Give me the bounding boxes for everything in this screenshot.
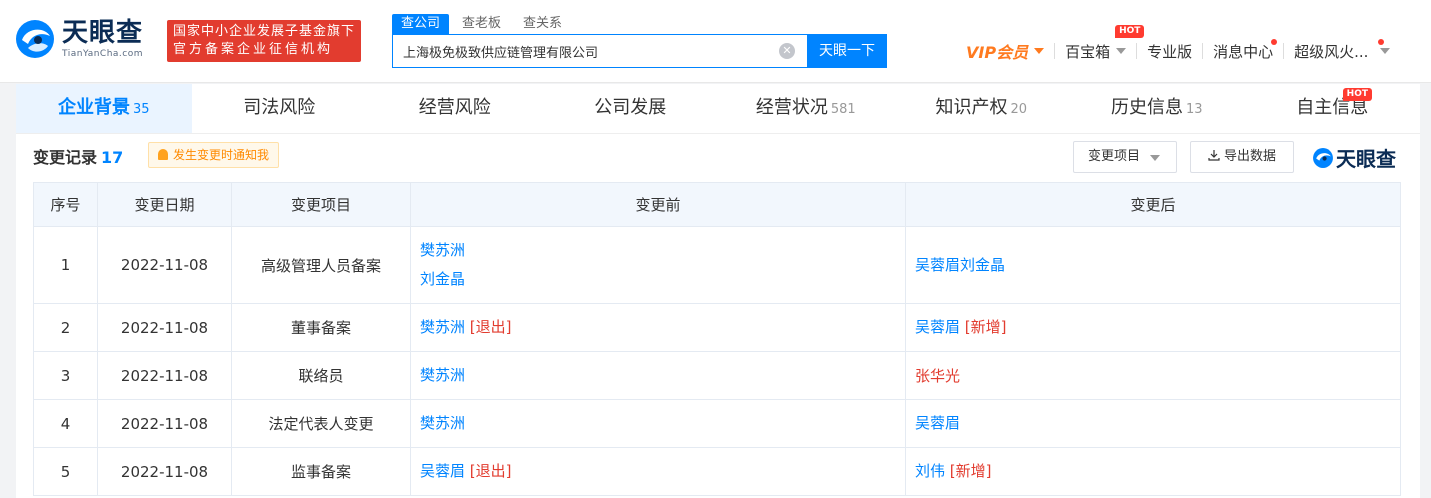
- badge-line1: 国家中小企业发展子基金旗下: [173, 24, 356, 39]
- person-link[interactable]: 樊苏洲: [420, 318, 465, 336]
- exit-tag: [退出]: [469, 318, 512, 336]
- chevron-down-icon: [1034, 48, 1045, 54]
- top-nav: VIP会员 百宝箱 HOT 专业版 消息中心 超级风火...: [966, 24, 1391, 63]
- person-link[interactable]: 刘金晶: [420, 265, 905, 294]
- chevron-down-icon: [1380, 48, 1391, 54]
- new-tag: [新增]: [949, 462, 992, 480]
- pro-version-link[interactable]: 专业版: [1147, 41, 1192, 62]
- hot-badge: HOT: [1342, 88, 1372, 101]
- tab-judicial-risk[interactable]: 司法风险: [192, 84, 368, 133]
- tianyancha-logo-icon: [14, 18, 56, 60]
- table-row: 3 2022-11-08 联络员 樊苏洲 张华光: [33, 351, 1401, 400]
- table-row: 1 2022-11-08 高级管理人员备案 樊苏洲 刘金晶 吴蓉眉刘金晶: [33, 226, 1401, 304]
- treasure-label: 百宝箱: [1065, 42, 1111, 61]
- watermark-logo: 天眼查: [1312, 143, 1396, 172]
- search-tab-boss[interactable]: 查老板: [453, 14, 510, 34]
- brand-logo[interactable]: 天眼查 TianYanCha.com: [14, 18, 143, 60]
- tianyancha-logo-icon: [1313, 147, 1333, 168]
- chevron-down-icon: [1116, 48, 1127, 54]
- top-header: 天眼查 TianYanCha.com 国家中小企业发展子基金旗下 官方备案企业征…: [0, 0, 1431, 83]
- download-icon: [1208, 150, 1220, 161]
- badge-line2: 官方备案企业征信机构: [173, 42, 334, 57]
- tab-business-risk[interactable]: 经营风险: [367, 84, 543, 133]
- messages-label: 消息中心: [1213, 42, 1274, 61]
- person-name: 张华光: [915, 367, 961, 385]
- table-row: 4 2022-11-08 法定代表人变更 樊苏洲 吴蓉眉: [33, 399, 1401, 448]
- change-item-filter[interactable]: 变更项目: [1073, 141, 1177, 173]
- category-tabs: 企业背景 35 司法风险 经营风险 公司发展 经营状况 581 知识产权 20 历史信…: [16, 84, 1420, 134]
- user-menu[interactable]: 超级风火...: [1294, 38, 1391, 62]
- nav-divider: [1283, 43, 1285, 59]
- change-records-table: 序号 变更日期 变更项目 变更前 变更后 1 2022-11-08 高级管理人员…: [33, 182, 1401, 496]
- search-box: ✕: [392, 34, 808, 68]
- exit-tag: [退出]: [469, 462, 512, 480]
- search-tab-relation[interactable]: 查关系: [514, 14, 571, 34]
- person-link[interactable]: 吴蓉眉刘金晶: [915, 256, 1005, 274]
- tab-self-info[interactable]: 自主信息 HOT: [1245, 84, 1421, 133]
- new-tag: [新增]: [964, 318, 1007, 336]
- section-title: 变更记录 17: [33, 148, 124, 167]
- notify-on-change-button[interactable]: 发生变更时通知我: [148, 142, 280, 168]
- nav-divider: [1202, 43, 1204, 59]
- record-count: 17: [101, 148, 124, 167]
- change-records-section: 变更记录 17 发生变更时通知我 变更项目 导出数据 天眼查 序号 变更日期 变更…: [16, 134, 1420, 498]
- brand-name: 天眼查: [62, 18, 144, 48]
- search-button[interactable]: 天眼一下: [807, 34, 887, 68]
- person-link[interactable]: 刘伟: [915, 462, 945, 480]
- official-badge: 国家中小企业发展子基金旗下 官方备案企业征信机构: [167, 20, 361, 62]
- person-link[interactable]: 樊苏洲: [420, 236, 905, 265]
- bell-icon: [158, 149, 168, 160]
- col-before: 变更前: [410, 182, 906, 227]
- person-link[interactable]: 吴蓉眉: [420, 462, 465, 480]
- col-after: 变更后: [905, 182, 1401, 227]
- tab-enterprise-background[interactable]: 企业背景 35: [16, 84, 192, 133]
- search-type-tabs: 查公司 查老板 查关系: [392, 14, 575, 34]
- col-item: 变更项目: [231, 182, 411, 227]
- vip-menu[interactable]: VIP会员: [966, 39, 1045, 63]
- chevron-down-icon: [1150, 155, 1160, 161]
- clear-icon[interactable]: ✕: [779, 43, 795, 59]
- message-center-link[interactable]: 消息中心: [1213, 38, 1278, 62]
- tab-history-info[interactable]: 历史信息 13: [1069, 84, 1245, 133]
- tab-company-development[interactable]: 公司发展: [543, 84, 719, 133]
- table-row: 2 2022-11-08 董事备案 樊苏洲 [退出] 吴蓉眉 [新增]: [33, 303, 1401, 352]
- person-link[interactable]: 吴蓉眉: [915, 318, 960, 336]
- col-no: 序号: [33, 182, 98, 227]
- hot-badge: HOT: [1115, 24, 1145, 38]
- search-input[interactable]: [393, 35, 763, 67]
- user-name: 超级风火...: [1294, 42, 1369, 61]
- nav-divider: [1136, 43, 1138, 59]
- tab-business-status[interactable]: 经营状况 581: [718, 84, 894, 133]
- notice-dot: [1378, 38, 1385, 45]
- brand-domain: TianYanCha.com: [62, 49, 144, 59]
- table-row: 5 2022-11-08 监事备案 吴蓉眉 [退出] 刘伟 [新增]: [33, 447, 1401, 496]
- export-data-button[interactable]: 导出数据: [1190, 141, 1294, 173]
- unread-dot: [1271, 38, 1278, 45]
- search-tab-company[interactable]: 查公司: [392, 14, 450, 34]
- treasure-box-menu[interactable]: 百宝箱 HOT: [1065, 24, 1145, 62]
- person-link[interactable]: 吴蓉眉: [915, 414, 960, 432]
- tab-intellectual-property[interactable]: 知识产权 20: [894, 84, 1070, 133]
- nav-divider: [1054, 43, 1056, 59]
- vip-label: VIP会员: [966, 43, 1029, 62]
- person-link[interactable]: 樊苏洲: [420, 366, 465, 384]
- person-link[interactable]: 樊苏洲: [420, 414, 465, 432]
- col-date: 变更日期: [97, 182, 232, 227]
